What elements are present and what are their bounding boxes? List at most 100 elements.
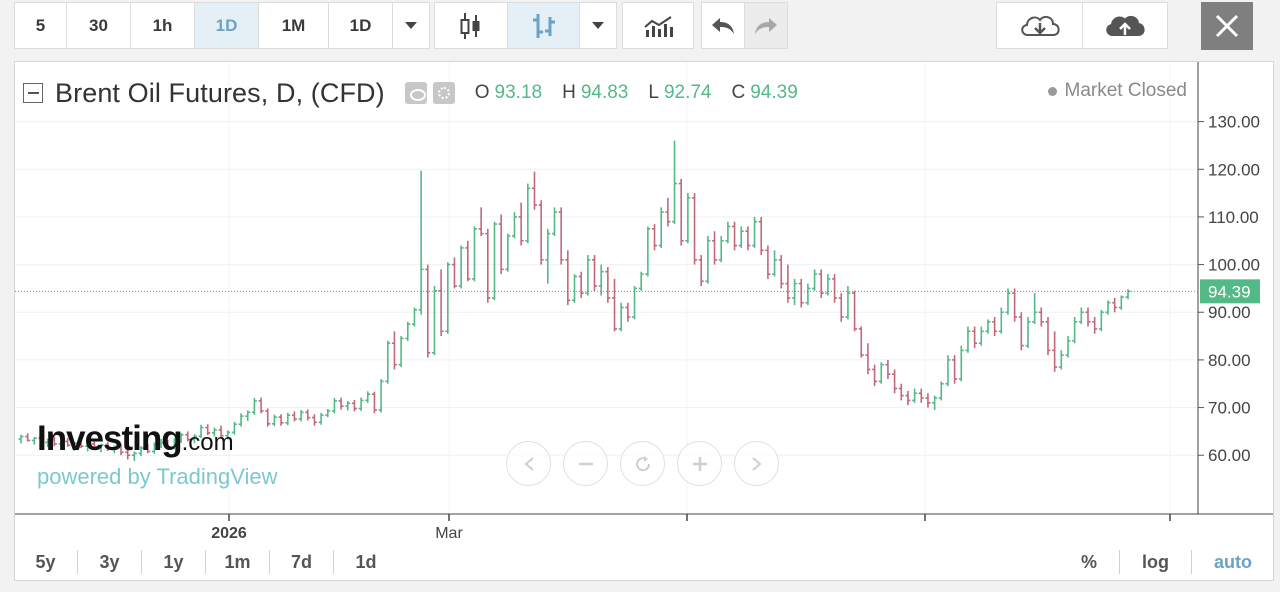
ohlc-bar: [812, 269, 818, 291]
close-icon[interactable]: [1201, 2, 1253, 50]
ohlc-bar: [551, 207, 557, 236]
ohlc-bar: [545, 228, 551, 284]
interval-select[interactable]: 1D: [329, 3, 393, 48]
ohlc-bar: [965, 326, 971, 353]
ohlc-bar: [471, 226, 477, 282]
ohlc-bar: [398, 336, 404, 368]
ohlc-bar: [1092, 317, 1098, 334]
ohlc-bar: [1052, 331, 1058, 372]
ohlc-bar: [985, 319, 991, 334]
range-3y-button[interactable]: 3y: [78, 550, 142, 574]
indicators-group: [622, 2, 694, 49]
ohlc-bar: [912, 388, 918, 403]
ohlc-bar: [458, 245, 464, 289]
ohlc-bar: [792, 278, 798, 306]
ohlc-bar: [978, 326, 984, 346]
ohlc-bar: [925, 393, 931, 408]
ohlc-bar: [585, 255, 591, 296]
ohlc-bar: [785, 264, 791, 303]
interval-group: 5 30 1h 1D 1M 1D: [14, 2, 430, 49]
undo-icon[interactable]: [702, 3, 745, 48]
interval-1d-button[interactable]: 1D: [195, 3, 259, 48]
range-1d-button[interactable]: 1d: [334, 550, 398, 574]
chart-type-chevron-icon[interactable]: [580, 3, 616, 48]
ohlc-bar: [918, 388, 924, 403]
ohlc-bar: [351, 399, 357, 412]
cloud-group: [996, 2, 1168, 49]
range-7d-button[interactable]: 7d: [270, 550, 334, 574]
ohlc-bar: [1118, 295, 1124, 310]
ohlc-bar: [285, 412, 291, 426]
ohlc-bar: [892, 369, 898, 394]
x-tick-label-0: 2026: [211, 525, 247, 542]
chart-toolbar: 5 30 1h 1D 1M 1D: [0, 0, 1280, 52]
log-scale-button[interactable]: log: [1119, 550, 1191, 574]
ohlc-bar: [1065, 336, 1071, 358]
scale-options: % log auto: [1059, 545, 1274, 579]
ohlc-bar: [291, 411, 297, 422]
ohlc-bar: [251, 398, 257, 415]
ohlc-bar: [878, 362, 884, 384]
ohlc-bar: [18, 434, 24, 444]
ohlc-bar: [1025, 317, 1031, 348]
interval-5m-button[interactable]: 5: [15, 3, 67, 48]
reset-icon[interactable]: [620, 441, 665, 486]
investing-watermark: Investing.com powered by TradingView: [37, 420, 278, 490]
settings-gear-icon[interactable]: [432, 82, 455, 104]
ohlc-bar: [385, 340, 391, 384]
range-bar: 5y 3y 1y 1m 7d 1d % log auto: [14, 545, 1274, 579]
ohlc-bar: [311, 414, 317, 426]
ohlc-bar: [418, 170, 424, 315]
zoom-in-icon[interactable]: [677, 441, 722, 486]
ohlc-bar: [725, 221, 731, 244]
ohlc-bar: [718, 235, 724, 263]
ohlc-bar: [478, 207, 484, 236]
candlestick-type-icon[interactable]: [435, 3, 508, 48]
zoom-out-icon[interactable]: [563, 441, 608, 486]
interval-dropdown-chevron-icon[interactable]: [393, 3, 429, 48]
interval-1mo-button[interactable]: 1M: [259, 3, 329, 48]
ohlc-bar: [645, 226, 651, 277]
ohlc-bar: [658, 207, 664, 248]
ohlc-bar: [598, 264, 604, 296]
ohlc-bar: [438, 269, 444, 337]
visibility-eye-icon[interactable]: [404, 82, 427, 104]
range-1y-button[interactable]: 1y: [142, 550, 206, 574]
indicators-icon[interactable]: [623, 3, 693, 48]
interval-1h-button[interactable]: 1h: [131, 3, 195, 48]
powered-by-label: powered by TradingView: [37, 464, 278, 489]
ohlc-bar: [391, 331, 397, 370]
interval-30m-button[interactable]: 30: [67, 3, 131, 48]
ohlc-bar: [538, 200, 544, 265]
price-chart[interactable]: 130.00 120.00 110.00 100.00 90.00 80.00 70.00 6…: [15, 62, 1273, 580]
last-price-label: 94.39: [1208, 282, 1251, 301]
bar-type-icon[interactable]: [508, 3, 580, 48]
ohlc-bar: [511, 212, 517, 239]
ohlc-bar: [705, 235, 711, 284]
scroll-left-icon[interactable]: [506, 441, 551, 486]
ohlc-bar: [745, 226, 751, 251]
cloud-upload-icon[interactable]: [1083, 3, 1167, 48]
range-1m-button[interactable]: 1m: [206, 550, 270, 574]
symbol-title: Brent Oil Futures, D, (CFD): [55, 77, 385, 108]
range-5y-button[interactable]: 5y: [14, 550, 78, 574]
ohlc-bar: [1018, 312, 1024, 351]
ohlc-bar: [451, 257, 457, 289]
ohlc-bar: [778, 255, 784, 289]
ohlc-bar: [1072, 317, 1078, 344]
redo-icon[interactable]: [745, 3, 787, 48]
chart-frame: 130.00 120.00 110.00 100.00 90.00 80.00 70.00 6…: [14, 61, 1274, 581]
percent-scale-button[interactable]: %: [1059, 550, 1119, 574]
ohlc-bar: [371, 391, 377, 414]
chart-legend: Brent Oil Futures, D, (CFD) O 93.18 H 94.8…: [23, 76, 798, 110]
auto-scale-button[interactable]: auto: [1191, 550, 1274, 574]
ohlc-bar: [1032, 293, 1038, 325]
ohlc-bar: [938, 381, 944, 401]
ohlc-bar: [572, 274, 577, 303]
scroll-right-icon[interactable]: [734, 441, 779, 486]
cloud-download-icon[interactable]: [997, 3, 1083, 48]
ohlc-bar: [605, 266, 611, 303]
ohlc-bar: [1078, 307, 1084, 325]
collapse-legend-icon[interactable]: [23, 83, 43, 103]
ohlc-bar: [592, 255, 598, 291]
